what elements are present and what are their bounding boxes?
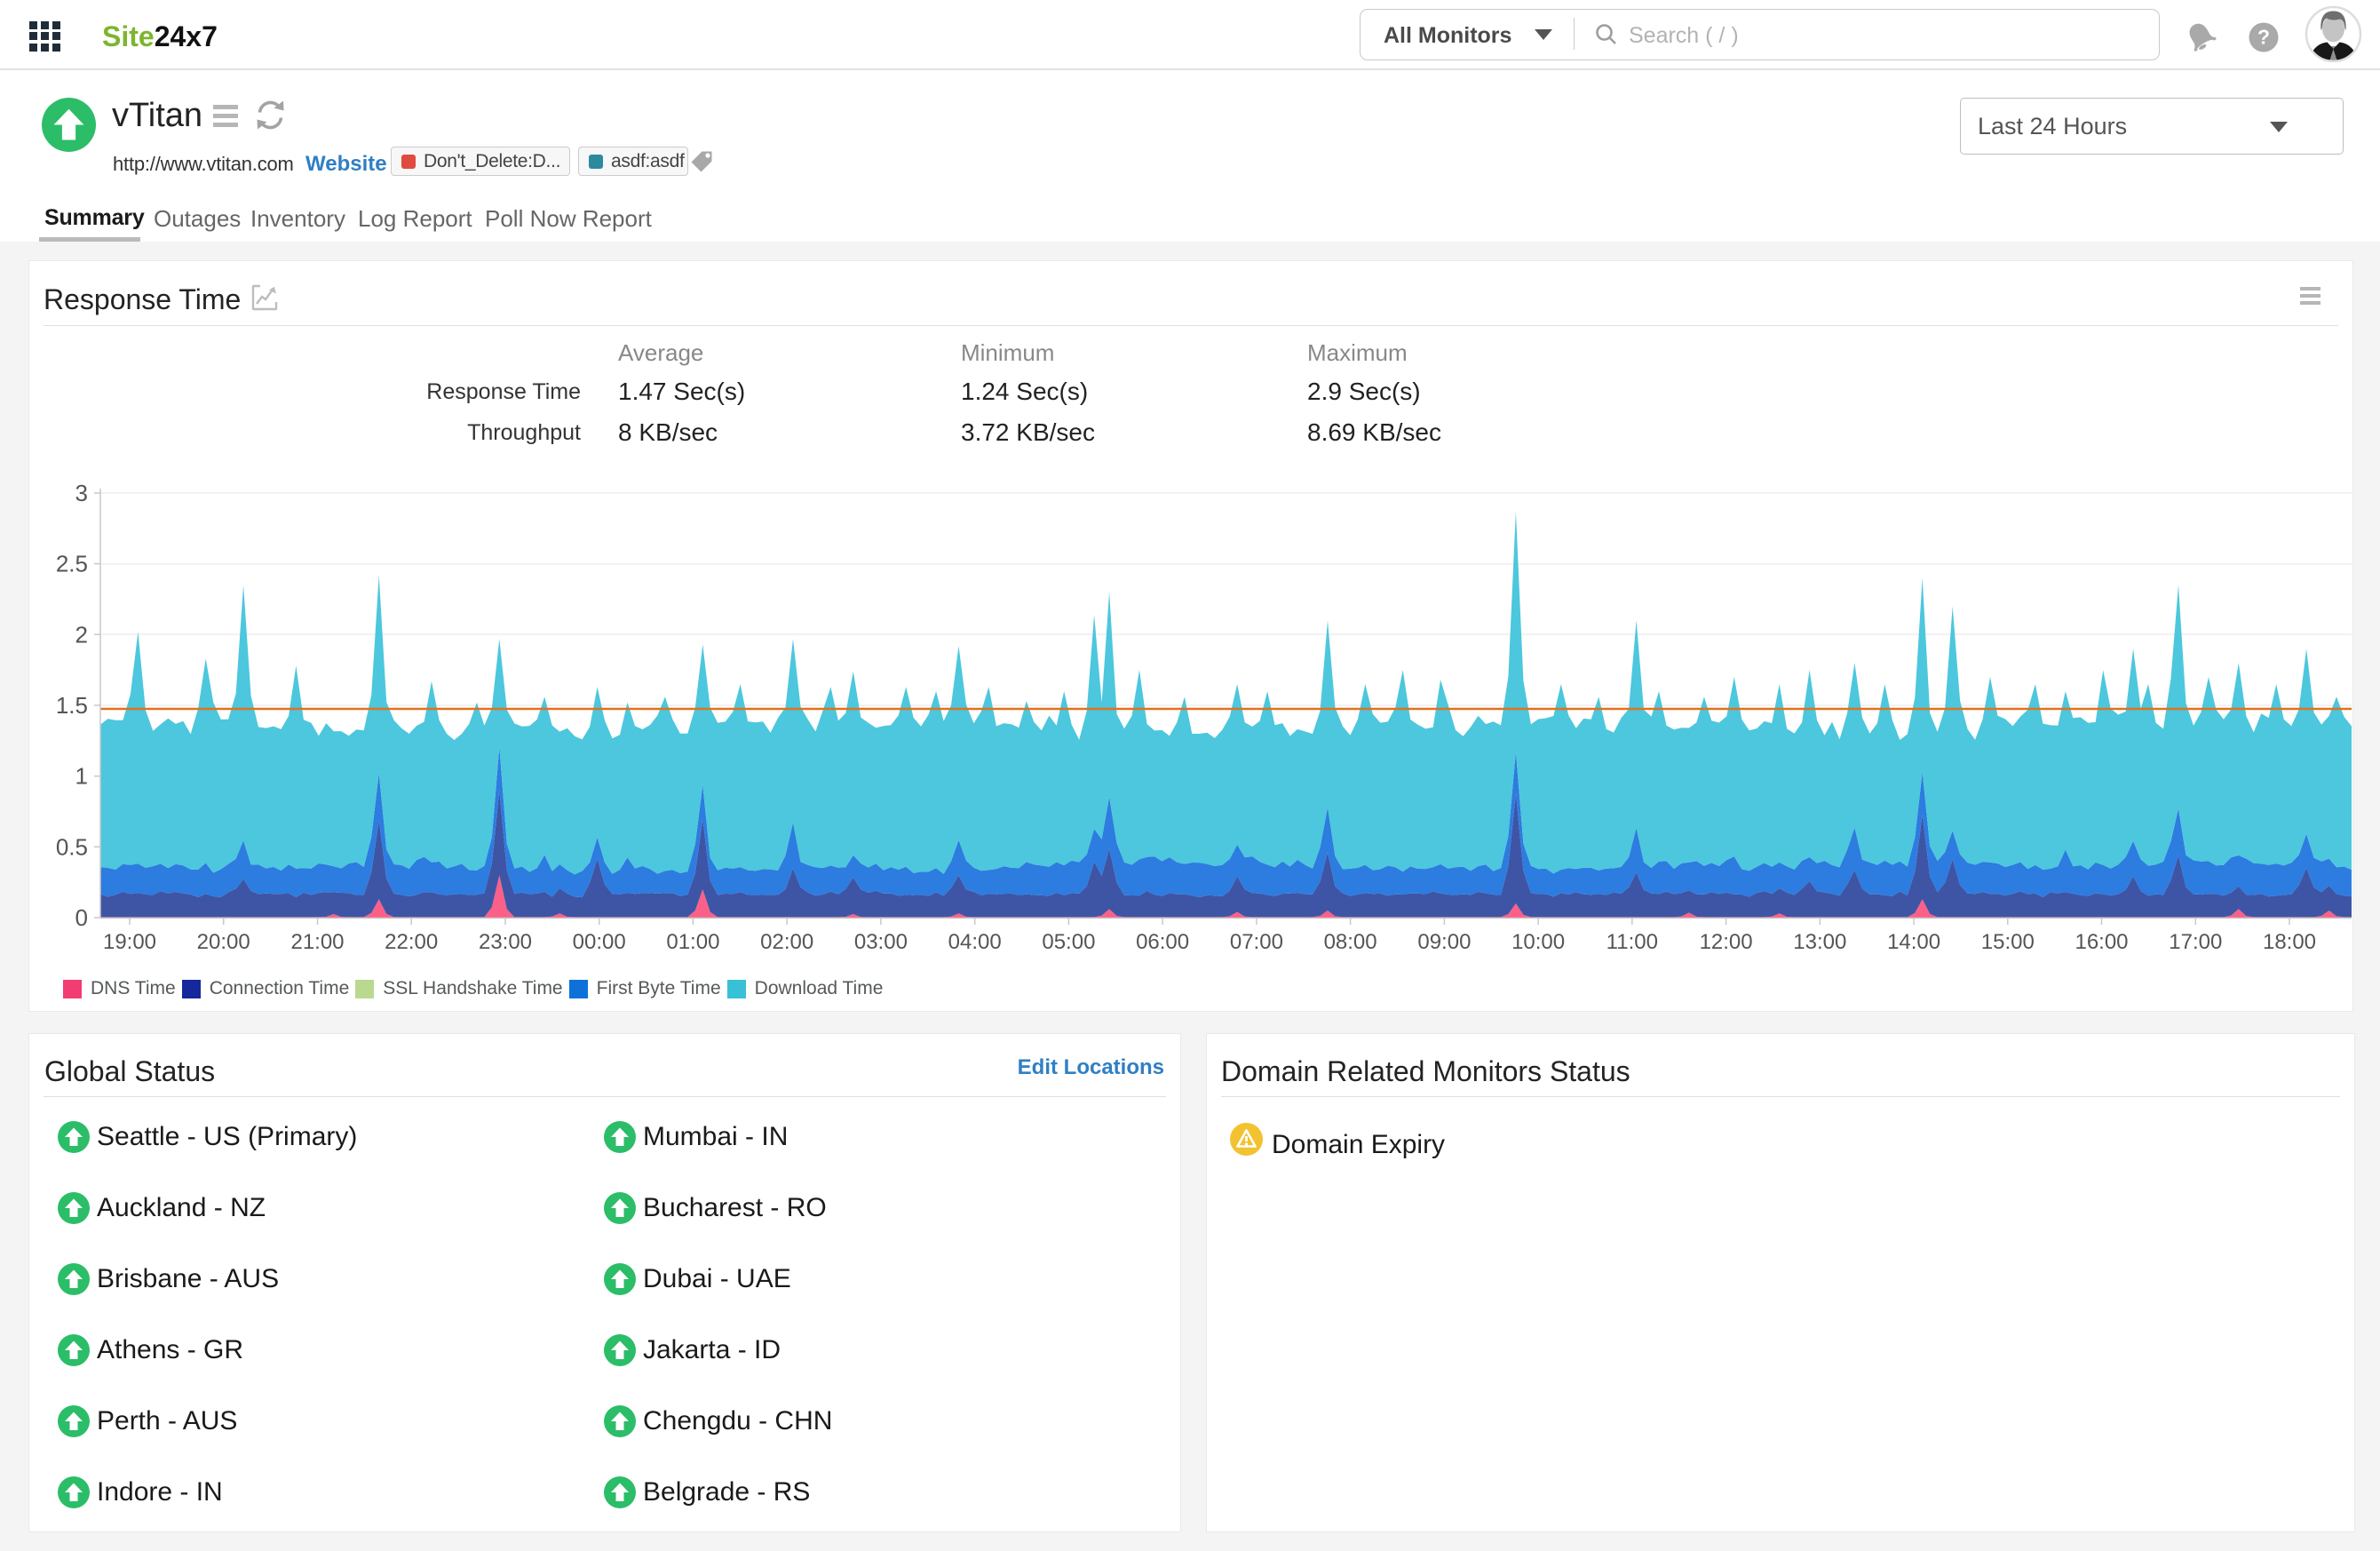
svg-text:?: ? xyxy=(2257,26,2270,49)
